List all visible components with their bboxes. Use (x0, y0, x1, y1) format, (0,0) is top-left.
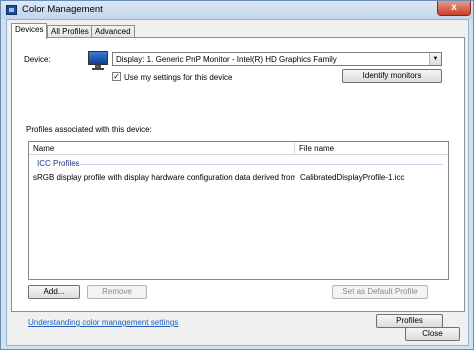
window-close-button[interactable]: x (437, 1, 471, 16)
icc-profiles-group-header: ICC Profiles (37, 159, 80, 168)
close-button[interactable]: Close (405, 327, 460, 341)
profiles-section-label: Profiles associated with this device: (26, 125, 152, 134)
device-select[interactable]: Display: 1. Generic PnP Monitor - Intel(… (112, 52, 442, 66)
profiles-list[interactable]: Name File name ICC Profiles sRGB display… (28, 141, 449, 280)
device-select-value: Display: 1. Generic PnP Monitor - Intel(… (116, 55, 337, 64)
device-label: Device: (24, 55, 51, 64)
color-management-window: Color Management x Devices All Profiles … (0, 0, 474, 350)
identify-monitors-button[interactable]: Identify monitors (342, 69, 442, 83)
use-my-settings-label[interactable]: Use my settings for this device (124, 73, 232, 82)
column-header-file-name[interactable]: File name (299, 144, 334, 153)
profile-file-cell: CalibratedDisplayProfile-1.icc (300, 173, 405, 182)
devices-panel: Device: Display: 1. Generic PnP Monitor … (11, 37, 465, 328)
remove-profile-button[interactable]: Remove (87, 285, 147, 299)
column-header-name[interactable]: Name (33, 144, 54, 153)
tab-devices[interactable]: Devices (11, 23, 48, 39)
use-my-settings-checkbox[interactable]: ✓ (112, 72, 121, 81)
add-profile-button[interactable]: Add... (28, 285, 80, 299)
list-item[interactable]: sRGB display profile with display hardwa… (33, 173, 447, 184)
dialog-client-area: Devices All Profiles Advanced Device: Di… (6, 19, 469, 346)
profiles-button[interactable]: Profiles (376, 314, 443, 328)
profiles-list-header: Name File name (29, 142, 448, 155)
title-bar[interactable]: Color Management x (1, 1, 473, 19)
color-management-app-icon (6, 5, 17, 15)
window-title: Color Management (22, 4, 103, 15)
monitor-icon (88, 51, 110, 71)
chevron-down-icon[interactable]: ▼ (429, 53, 441, 65)
color-management-help-link[interactable]: Understanding color management settings (28, 318, 178, 327)
profile-name-cell: sRGB display profile with display hardwa… (33, 173, 295, 182)
group-divider (75, 164, 443, 165)
set-default-profile-button[interactable]: Set as Default Profile (332, 285, 428, 299)
